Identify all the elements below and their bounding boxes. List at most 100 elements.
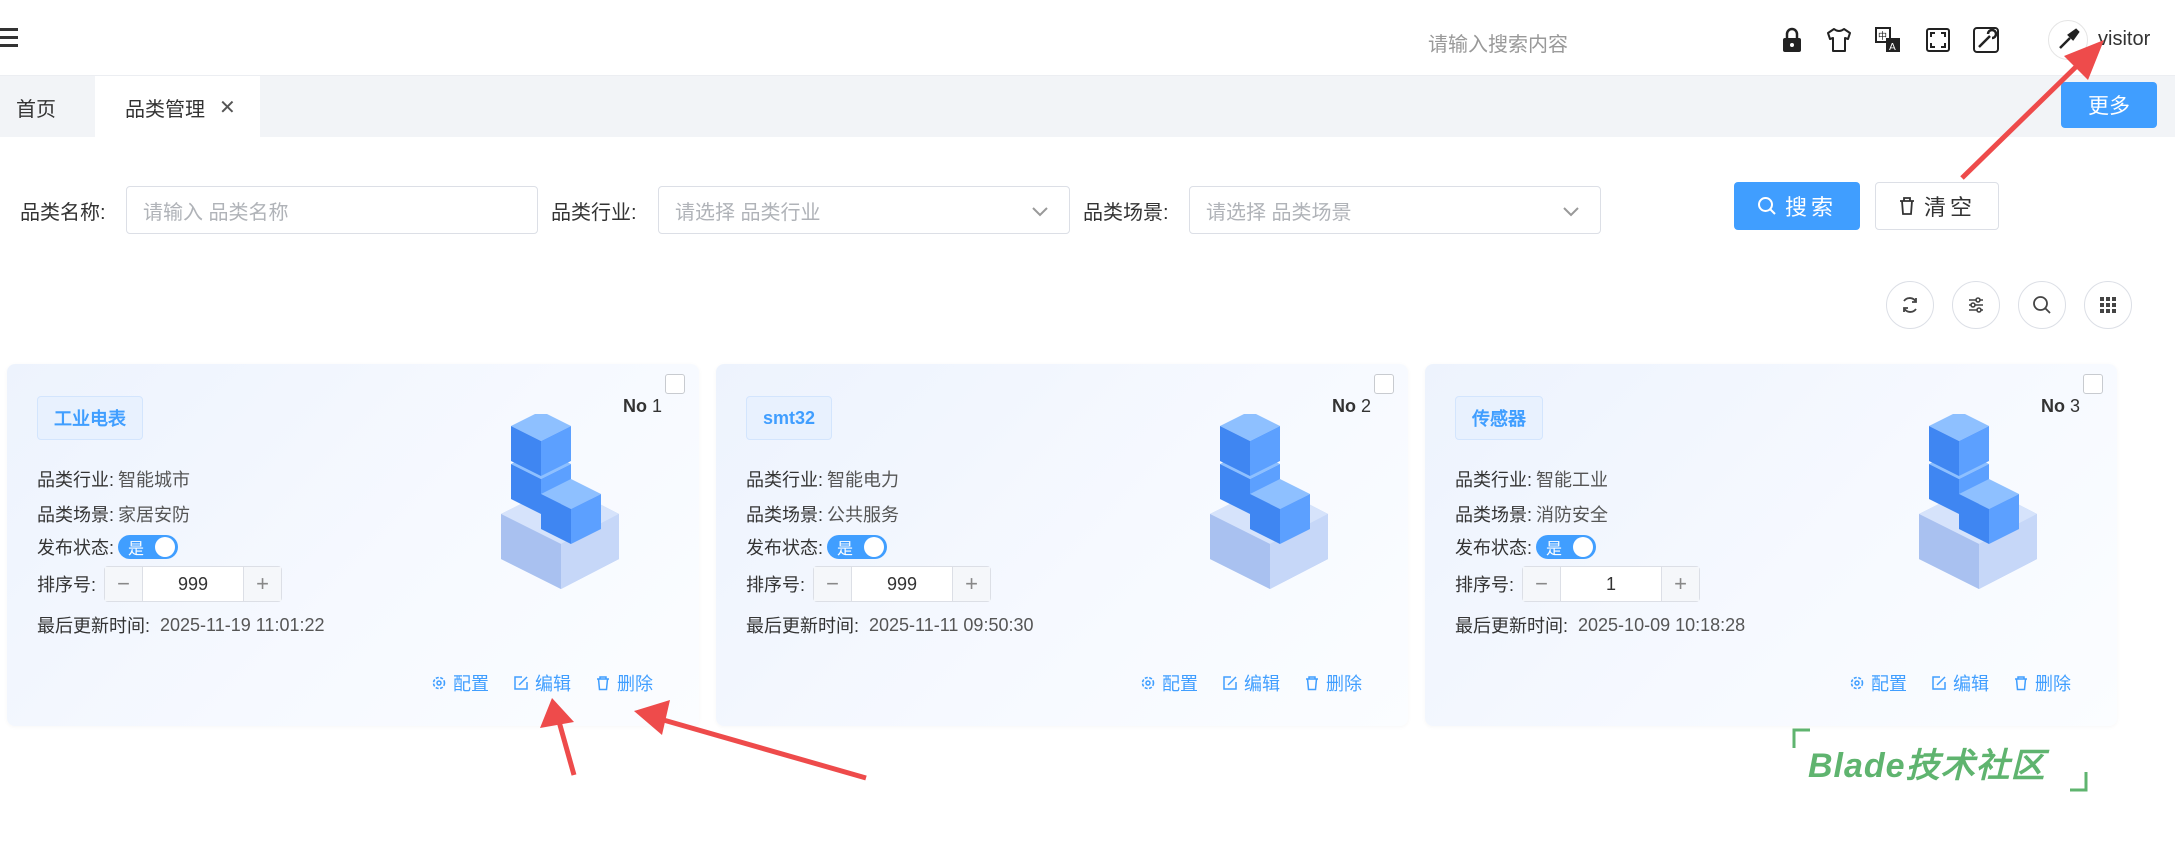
- search-button[interactable]: 搜索: [1734, 182, 1860, 230]
- card-title: 传感器: [1472, 409, 1526, 429]
- card-industry-label: 品类行业:: [1455, 470, 1533, 490]
- translate-icon[interactable]: A中: [1874, 26, 1902, 54]
- card-checkbox[interactable]: [665, 374, 685, 394]
- card-scene-value: 公共服务: [827, 505, 900, 525]
- close-icon[interactable]: ✕: [219, 95, 236, 120]
- refresh-button[interactable]: [1886, 281, 1934, 329]
- card-scene-label: 品类场景:: [746, 505, 824, 525]
- card-status-row: 发布状态: 是: [37, 534, 179, 560]
- trash-icon: [1899, 197, 1914, 215]
- settings-icon[interactable]: [1972, 26, 2000, 54]
- increment-button[interactable]: +: [952, 567, 991, 601]
- category-scene-placeholder: 请选择 品类场景: [1206, 201, 1352, 224]
- publish-status-switch[interactable]: 是: [827, 535, 888, 559]
- config-button[interactable]: 配置: [1140, 670, 1198, 696]
- card-scene-value: 家居安防: [118, 505, 191, 525]
- sort-value-input[interactable]: 999: [852, 567, 952, 601]
- menu-toggle-icon[interactable]: [0, 28, 20, 48]
- card-scene-label: 品类场景:: [1455, 505, 1533, 525]
- global-search-input[interactable]: 请输入搜索内容: [1428, 28, 1568, 57]
- fullscreen-icon[interactable]: [1924, 26, 1952, 54]
- svg-text:中: 中: [1878, 30, 1887, 42]
- card-checkbox[interactable]: [2083, 374, 2103, 394]
- cube-illustration: [1210, 414, 1328, 589]
- decrement-button[interactable]: −: [105, 567, 144, 601]
- card-updated-label: 最后更新时间:: [37, 616, 151, 636]
- shirt-icon[interactable]: [1825, 26, 1853, 54]
- category-scene-select[interactable]: 请选择 品类场景: [1189, 186, 1601, 234]
- avatar[interactable]: [2048, 20, 2088, 60]
- card-updated-value: 2025-11-11 09:50:30: [869, 614, 1034, 635]
- switch-label: 是: [1546, 541, 1563, 558]
- tab-category-management[interactable]: 品类管理 ✕: [95, 76, 260, 138]
- sort-stepper[interactable]: − 1 +: [1522, 566, 1701, 602]
- category-industry-select[interactable]: 请选择 品类行业: [658, 186, 1070, 234]
- card-scene-row: 品类场景: 消防安全: [1455, 501, 1608, 527]
- sort-stepper[interactable]: − 999 +: [813, 566, 992, 602]
- card-industry-row: 品类行业: 智能城市: [37, 466, 190, 492]
- delete-button[interactable]: 删除: [2013, 670, 2071, 696]
- config-button[interactable]: 配置: [1849, 670, 1907, 696]
- more-button[interactable]: 更多: [2061, 82, 2157, 128]
- sort-value-input[interactable]: 999: [143, 567, 243, 601]
- card-title-tag[interactable]: 传感器: [1455, 396, 1543, 440]
- card-number-value: 2: [1361, 396, 1372, 416]
- card-industry-row: 品类行业: 智能工业: [1455, 466, 1608, 492]
- tab-home-label: 首页: [16, 98, 56, 121]
- card-scene-label: 品类场景:: [37, 505, 115, 525]
- card-checkbox[interactable]: [1374, 374, 1394, 394]
- sort-stepper[interactable]: − 999 +: [104, 566, 283, 602]
- sort-value-input[interactable]: 1: [1561, 567, 1661, 601]
- edit-button[interactable]: 编辑: [1931, 670, 1989, 696]
- edit-icon: [514, 676, 528, 690]
- toggle-search-button[interactable]: [2018, 281, 2066, 329]
- clear-button[interactable]: 清空: [1875, 182, 1999, 230]
- increment-button[interactable]: +: [1661, 567, 1700, 601]
- edit-button[interactable]: 编辑: [513, 670, 571, 696]
- watermark-text: Blade技术社区: [1808, 747, 2046, 785]
- category-name-placeholder: 请输入 品类名称: [143, 201, 289, 224]
- tab-home[interactable]: 首页: [16, 76, 56, 138]
- column-settings-button[interactable]: [2084, 281, 2132, 329]
- gear-icon: [1850, 676, 1864, 690]
- category-name-input[interactable]: 请输入 品类名称: [126, 186, 538, 234]
- edit-button[interactable]: 编辑: [1222, 670, 1280, 696]
- publish-status-switch[interactable]: 是: [1536, 535, 1597, 559]
- card-number-label: No: [2041, 396, 2065, 416]
- clear-button-label: 清空: [1923, 195, 1976, 220]
- switch-label: 是: [128, 541, 145, 558]
- username[interactable]: visitor: [2098, 28, 2150, 51]
- filter-settings-button[interactable]: [1952, 281, 2000, 329]
- config-label: 配置: [453, 674, 489, 694]
- delete-button[interactable]: 删除: [1304, 670, 1362, 696]
- card-actions: 配置 编辑 删除: [1140, 670, 1362, 696]
- card-industry-value: 智能电力: [827, 470, 900, 490]
- card-number-value: 3: [2070, 396, 2081, 416]
- card-industry-value: 智能城市: [118, 470, 191, 490]
- card-actions: 配置 编辑 删除: [1849, 670, 2071, 696]
- decrement-button[interactable]: −: [814, 567, 853, 601]
- trash-icon: [1306, 676, 1318, 691]
- card-title-tag[interactable]: 工业电表: [37, 396, 143, 440]
- card-title: 工业电表: [54, 409, 126, 429]
- card-number-label: No: [1332, 396, 1356, 416]
- card-updated-row: 最后更新时间: 2025-11-19 11:01:22: [37, 612, 325, 638]
- lock-icon[interactable]: [1778, 26, 1806, 54]
- trash-icon: [2015, 676, 2027, 691]
- delete-label: 删除: [617, 674, 653, 694]
- card-industry-value: 智能工业: [1536, 470, 1609, 490]
- card-title: smt32: [763, 407, 816, 428]
- card-number-value: 1: [652, 396, 663, 416]
- increment-button[interactable]: +: [243, 567, 282, 601]
- card-sort-label: 排序号:: [1455, 575, 1515, 595]
- card-industry-label: 品类行业:: [746, 470, 824, 490]
- card-title-tag[interactable]: smt32: [746, 396, 833, 440]
- decrement-button[interactable]: −: [1523, 567, 1562, 601]
- delete-label: 删除: [2035, 674, 2071, 694]
- delete-button[interactable]: 删除: [595, 670, 653, 696]
- config-button[interactable]: 配置: [431, 670, 489, 696]
- card-status-row: 发布状态: 是: [746, 534, 888, 560]
- publish-status-switch[interactable]: 是: [118, 535, 179, 559]
- card-scene-value: 消防安全: [1536, 505, 1609, 525]
- category-card: smt32 No 2 品类行业: 智能电力 品类场景: 公共服务 发布状态: 是 排…: [716, 364, 1408, 726]
